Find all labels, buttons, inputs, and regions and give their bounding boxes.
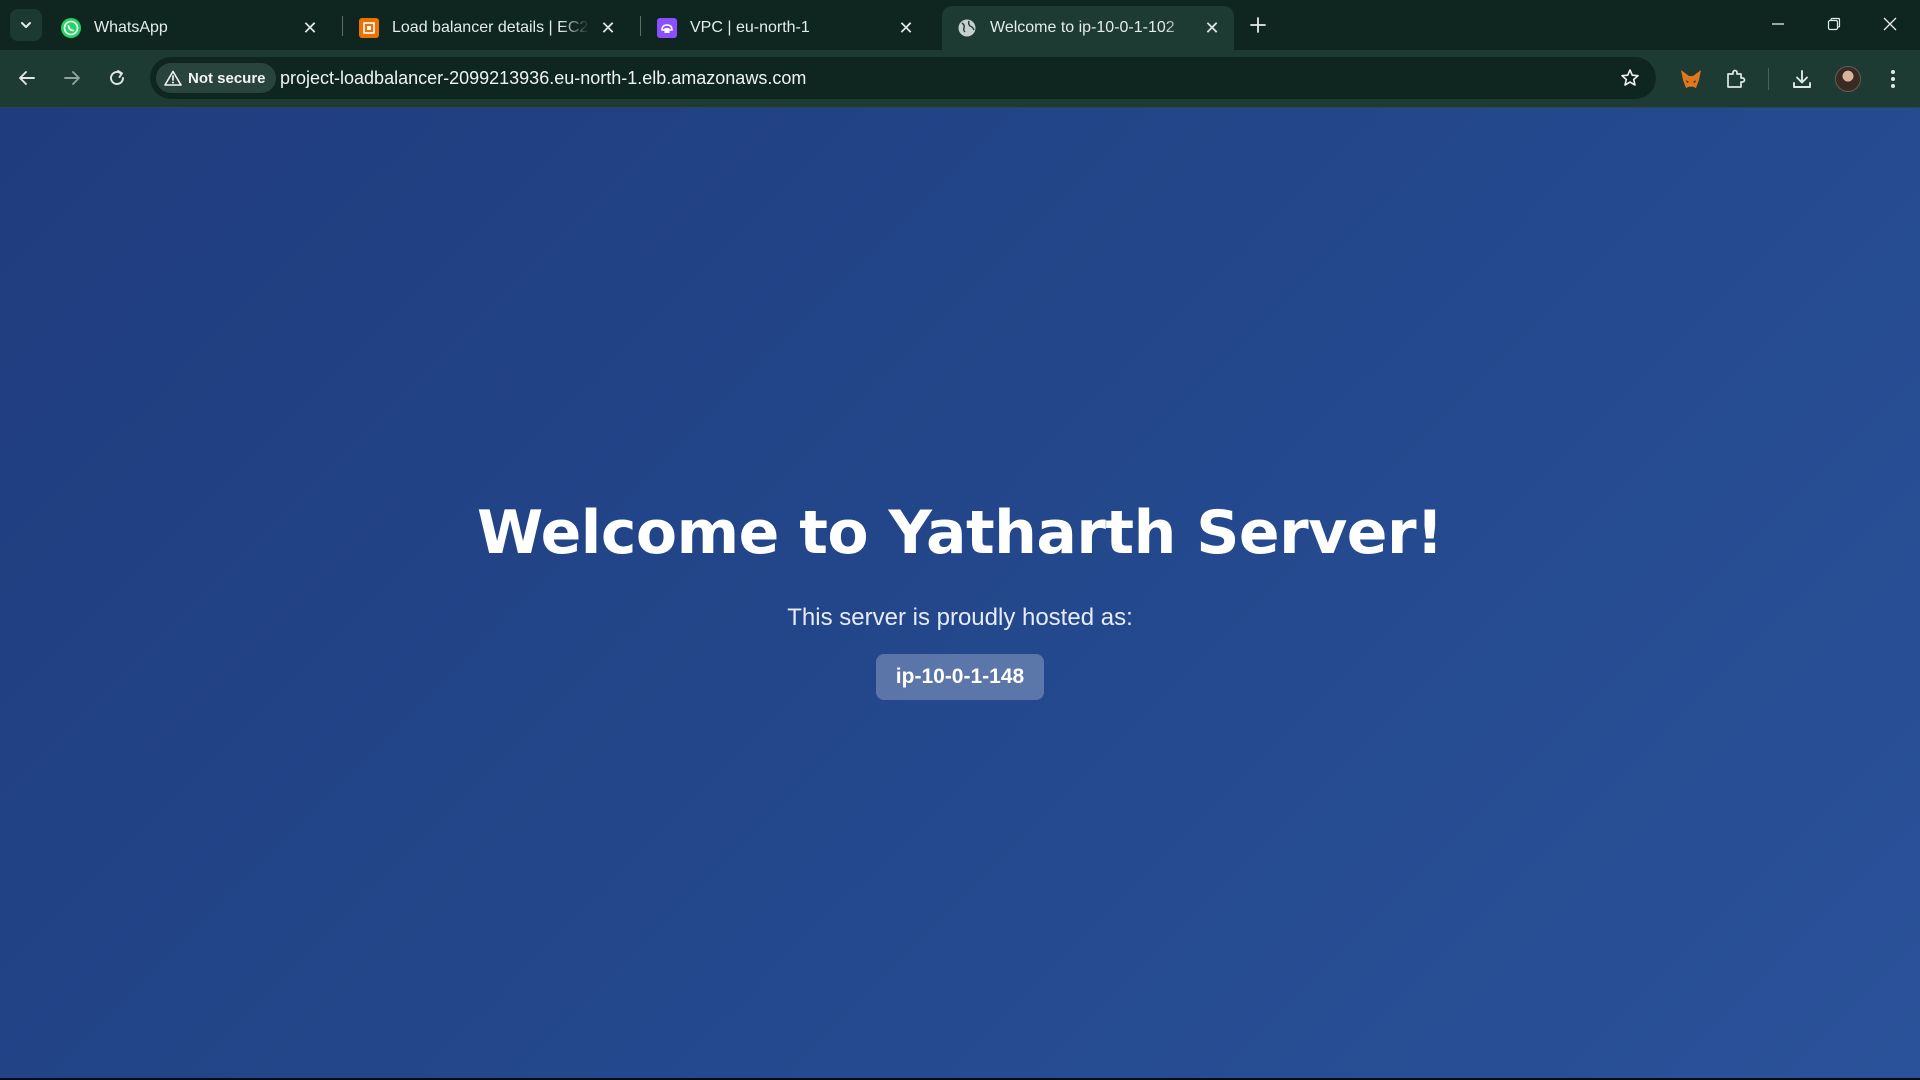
whatsapp-icon — [60, 17, 82, 39]
tab-separator — [640, 16, 641, 36]
minimize-button[interactable] — [1750, 0, 1806, 48]
welcome-section: Welcome to Yatharth Server! This server … — [0, 498, 1920, 700]
restore-icon — [1827, 17, 1841, 31]
page-title: Welcome to Yatharth Server! — [477, 498, 1443, 568]
security-indicator[interactable]: Not secure — [156, 63, 276, 93]
warning-icon — [164, 70, 182, 86]
tab-title: WhatsApp — [94, 19, 168, 36]
tab-separator — [342, 16, 343, 36]
tab-title: Load balancer details | EC2 | eu-north-1 — [392, 19, 590, 36]
new-tab-button[interactable] — [1244, 11, 1272, 39]
profile-button[interactable] — [1831, 62, 1865, 96]
hostname-badge: ip-10-0-1-148 — [875, 654, 1045, 700]
avatar — [1835, 66, 1861, 92]
tab-vpc[interactable]: VPC | eu-north-1 ✕ — [642, 6, 928, 50]
puzzle-icon — [1727, 69, 1746, 88]
forward-button[interactable] — [55, 61, 89, 95]
address-bar[interactable]: Not secure project-loadbalancer-20992139… — [150, 57, 1656, 99]
chevron-down-icon — [21, 22, 31, 28]
tab-welcome[interactable]: Welcome to ip-10-0-1-102 ✕ — [942, 6, 1234, 50]
url-text[interactable]: project-loadbalancer-2099213936.eu-north… — [280, 57, 806, 99]
minimize-icon — [1772, 23, 1784, 25]
bookmark-button[interactable] — [1618, 66, 1642, 90]
security-label: Not secure — [188, 69, 266, 87]
reload-icon — [110, 70, 124, 85]
star-icon — [1621, 69, 1639, 86]
tab-load-balancer[interactable]: Load balancer details | EC2 | eu-north-1… — [344, 6, 630, 50]
browser-toolbar: Not secure project-loadbalancer-20992139… — [0, 50, 1920, 108]
menu-button[interactable] — [1876, 62, 1910, 96]
downloads-button[interactable] — [1785, 62, 1819, 96]
aws-vpc-icon — [656, 17, 678, 39]
reload-button[interactable] — [100, 61, 134, 95]
tab-strip: WhatsApp ✕ Load balancer details | EC2 |… — [0, 0, 1920, 50]
close-window-button[interactable] — [1862, 0, 1918, 48]
metamask-extension-button[interactable] — [1674, 62, 1708, 96]
arrow-left-icon — [19, 71, 35, 85]
globe-icon — [956, 17, 978, 39]
download-icon — [1793, 70, 1811, 88]
tab-search-button[interactable] — [10, 9, 42, 41]
tab-title: VPC | eu-north-1 — [690, 19, 810, 36]
tab-whatsapp[interactable]: WhatsApp ✕ — [46, 6, 332, 50]
back-button[interactable] — [10, 61, 44, 95]
close-tab-icon[interactable]: ✕ — [298, 16, 322, 40]
hosted-as-text: This server is proudly hosted as: — [787, 604, 1133, 631]
page-viewport: Welcome to Yatharth Server! This server … — [0, 108, 1920, 1078]
more-vertical-icon — [1891, 70, 1895, 88]
plus-icon — [1250, 17, 1266, 33]
aws-ec2-icon — [358, 17, 380, 39]
fox-icon — [1681, 70, 1701, 88]
close-tab-icon[interactable]: ✕ — [596, 16, 620, 40]
arrow-right-icon — [64, 71, 80, 85]
restore-button[interactable] — [1806, 0, 1862, 48]
toolbar-separator — [1768, 68, 1769, 90]
extensions-button[interactable] — [1719, 62, 1753, 96]
tab-title: Welcome to ip-10-0-1-102 — [990, 19, 1175, 36]
close-icon — [1883, 17, 1897, 31]
close-tab-icon[interactable]: ✕ — [894, 16, 918, 40]
close-tab-icon[interactable]: ✕ — [1200, 16, 1224, 40]
